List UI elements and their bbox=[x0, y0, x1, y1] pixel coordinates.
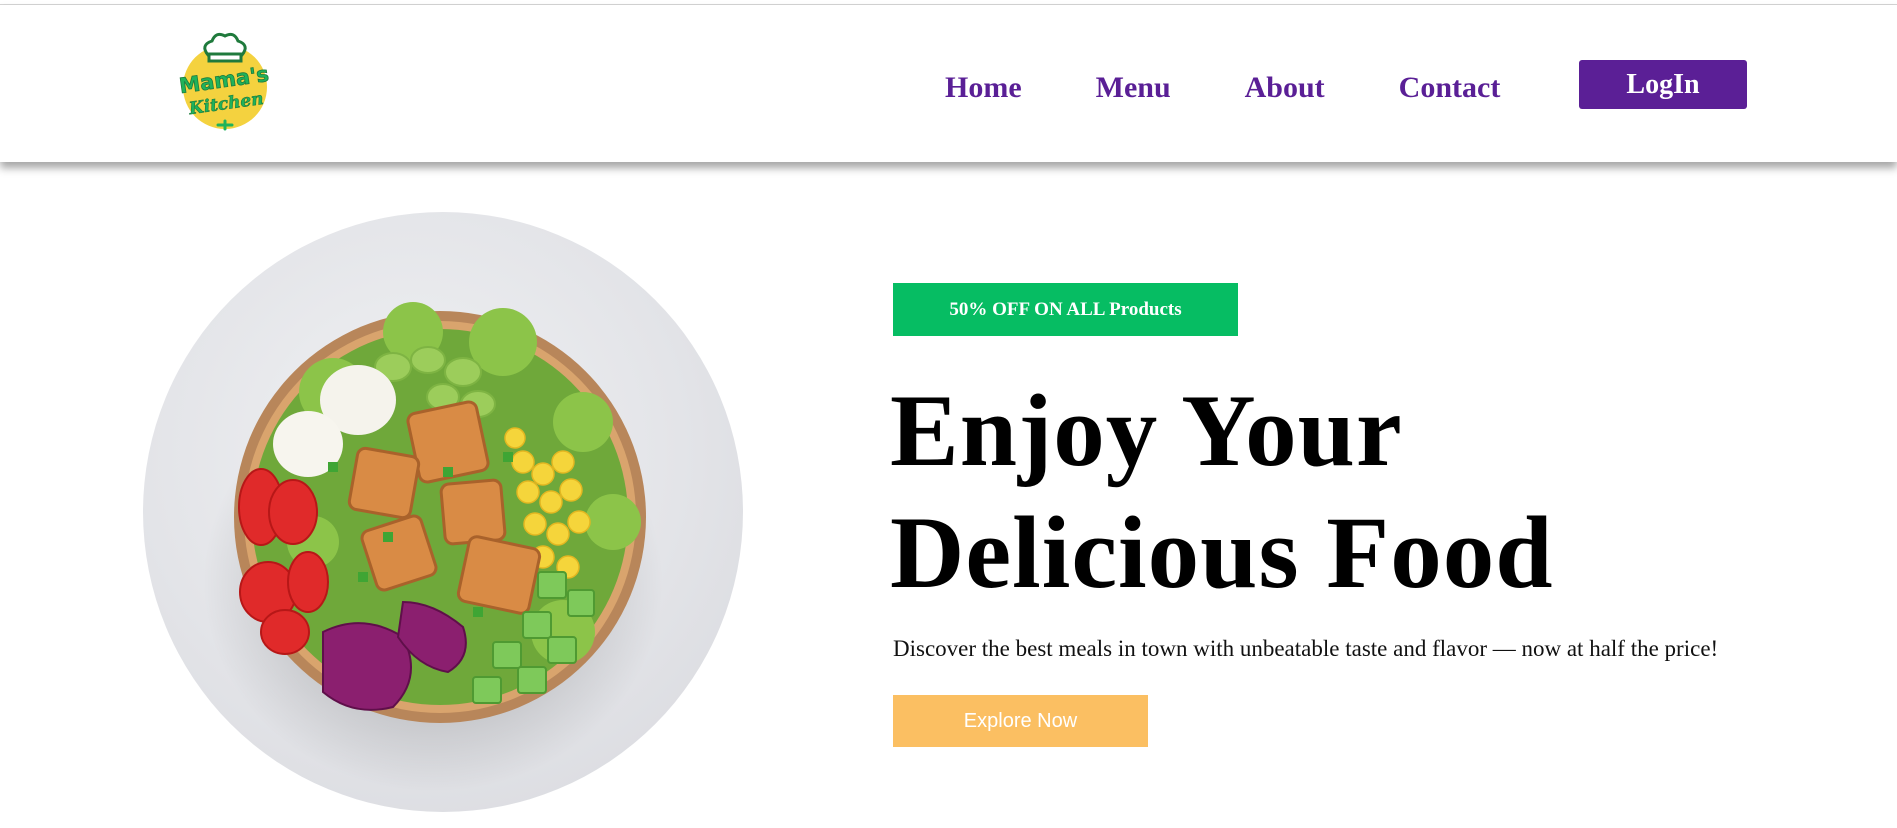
nav-contact-link[interactable]: Contact bbox=[1399, 71, 1501, 105]
landing-page: Mama's Kitchen Home Menu About Contact L… bbox=[0, 0, 1897, 828]
discount-badge: 50% OFF ON ALL Products bbox=[893, 283, 1238, 336]
nav-home-link[interactable]: Home bbox=[945, 71, 1022, 105]
nav-menu-link[interactable]: Menu bbox=[1096, 71, 1171, 105]
headline-line1: Enjoy Your bbox=[890, 374, 1403, 488]
explore-now-button[interactable]: Explore Now bbox=[893, 695, 1148, 747]
hero-salad-bowl-image bbox=[143, 212, 743, 812]
login-button[interactable]: LogIn bbox=[1579, 60, 1747, 109]
logo-graphic: Mama's Kitchen bbox=[177, 32, 271, 131]
site-header: Mama's Kitchen Home Menu About Contact L… bbox=[0, 5, 1897, 162]
headline-line2: Delicious Food bbox=[890, 496, 1554, 610]
hero-headline: Enjoy Your Delicious Food bbox=[890, 370, 1790, 614]
hero-subtitle: Discover the best meals in town with unb… bbox=[893, 636, 1719, 661]
mamas-kitchen-logo[interactable]: Mama's Kitchen bbox=[170, 25, 280, 135]
nav-about-link[interactable]: About bbox=[1245, 71, 1325, 105]
salad-bowl-illustration bbox=[203, 302, 663, 792]
main-nav: Home Menu About Contact bbox=[945, 58, 1574, 118]
